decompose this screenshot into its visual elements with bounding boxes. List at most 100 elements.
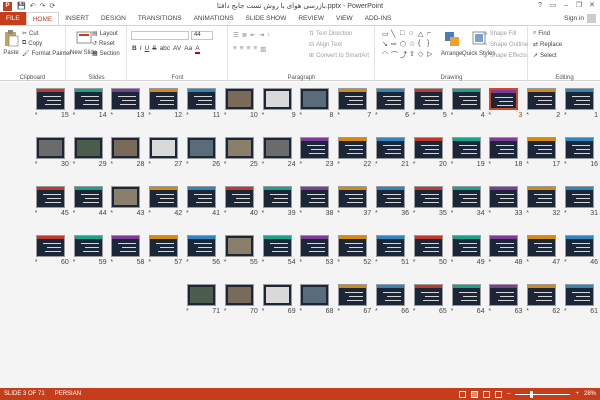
shape-fill-button[interactable]: ◈ Shape Fill bbox=[483, 30, 516, 38]
tab-review[interactable]: REVIEW bbox=[292, 12, 330, 25]
transition-star-icon[interactable]: * bbox=[375, 210, 378, 217]
tab-add-ins[interactable]: ADD-INS bbox=[359, 12, 398, 25]
slide-preview[interactable] bbox=[527, 88, 557, 110]
slide-preview[interactable] bbox=[35, 137, 65, 159]
transition-star-icon[interactable]: * bbox=[526, 259, 529, 266]
slide-thumbnail[interactable]: * 43 bbox=[110, 186, 144, 217]
transition-star-icon[interactable]: * bbox=[224, 161, 227, 168]
transition-star-icon[interactable]: * bbox=[262, 259, 265, 266]
slide-thumbnail[interactable]: * 13 bbox=[110, 88, 144, 119]
slide-preview[interactable] bbox=[376, 88, 405, 110]
underline-button[interactable]: U bbox=[145, 45, 150, 54]
slide-thumbnail[interactable]: * 42 bbox=[148, 186, 182, 217]
transition-star-icon[interactable]: * bbox=[488, 161, 491, 168]
transition-star-icon[interactable]: * bbox=[110, 259, 113, 266]
slide-thumbnail[interactable]: * 1 bbox=[564, 88, 598, 119]
shape-up-arrow-icon[interactable]: ⇧ bbox=[409, 50, 417, 59]
slide-thumbnail[interactable]: * 56 bbox=[186, 235, 220, 266]
transition-star-icon[interactable]: * bbox=[73, 161, 76, 168]
transition-star-icon[interactable]: * bbox=[488, 308, 491, 315]
slide-preview[interactable] bbox=[413, 137, 443, 159]
slide-preview[interactable] bbox=[338, 235, 368, 257]
transition-star-icon[interactable]: * bbox=[451, 210, 454, 217]
slide-thumbnail[interactable]: * 12 bbox=[148, 88, 182, 119]
shape-diamond-icon[interactable]: ◇ bbox=[418, 50, 426, 59]
slideshow-view-icon[interactable] bbox=[495, 390, 503, 398]
slide-thumbnail[interactable]: * 31 bbox=[564, 186, 598, 217]
slide-thumbnail[interactable]: * 18 bbox=[488, 137, 522, 168]
transition-star-icon[interactable]: * bbox=[337, 259, 340, 266]
tab-design[interactable]: DESIGN bbox=[95, 12, 132, 25]
slide-preview[interactable] bbox=[187, 88, 216, 110]
slide-preview[interactable] bbox=[262, 88, 292, 110]
ribbon-display-options-icon[interactable]: ▭ bbox=[547, 0, 559, 12]
increase-indent-icon[interactable]: ⇥ bbox=[259, 31, 264, 39]
font-size-input[interactable]: 44 bbox=[191, 31, 213, 40]
slide-thumbnail[interactable]: * 8 bbox=[299, 88, 333, 119]
slide-preview[interactable] bbox=[489, 88, 519, 110]
justify-icon[interactable]: ≡ bbox=[253, 45, 257, 53]
font-name-input[interactable] bbox=[131, 31, 189, 40]
slide-thumbnail[interactable]: * 41 bbox=[186, 186, 220, 217]
slide-thumbnail[interactable]: * 21 bbox=[375, 137, 409, 168]
transition-star-icon[interactable]: * bbox=[110, 161, 113, 168]
slide-thumbnail[interactable]: * 48 bbox=[488, 235, 522, 266]
slide-thumbnail[interactable]: * 70 bbox=[224, 284, 258, 315]
slide-preview[interactable] bbox=[376, 186, 405, 208]
slide-preview[interactable] bbox=[376, 235, 405, 257]
slide-preview[interactable] bbox=[338, 137, 368, 159]
shape-hexagon-icon[interactable]: ⬡ bbox=[400, 40, 408, 49]
shape-line-icon[interactable]: ╲ bbox=[391, 30, 399, 39]
slide-preview[interactable] bbox=[300, 284, 330, 306]
slide-preview[interactable] bbox=[111, 88, 141, 110]
transition-star-icon[interactable]: * bbox=[35, 210, 38, 217]
slide-thumbnail[interactable]: * 10 bbox=[224, 88, 258, 119]
slide-thumbnail[interactable]: * 15 bbox=[35, 88, 69, 119]
slide-preview[interactable] bbox=[111, 186, 141, 208]
shape-right-brace-icon[interactable]: } bbox=[427, 40, 435, 49]
slide-thumbnail[interactable]: * 63 bbox=[488, 284, 522, 315]
tab-insert[interactable]: INSERT bbox=[59, 12, 95, 25]
transition-star-icon[interactable]: * bbox=[413, 210, 416, 217]
slide-thumbnail[interactable]: * 52 bbox=[337, 235, 371, 266]
slide-thumbnail[interactable]: * 33 bbox=[488, 186, 522, 217]
slide-preview[interactable] bbox=[111, 137, 141, 159]
slide-preview[interactable] bbox=[187, 137, 216, 159]
transition-star-icon[interactable]: * bbox=[564, 112, 567, 119]
slide-preview[interactable] bbox=[565, 235, 594, 257]
slide-preview[interactable] bbox=[413, 284, 443, 306]
align-left-icon[interactable]: ≡ bbox=[233, 45, 237, 53]
slide-preview[interactable] bbox=[187, 186, 216, 208]
transition-star-icon[interactable]: * bbox=[73, 259, 76, 266]
transition-star-icon[interactable]: * bbox=[375, 308, 378, 315]
line-spacing-icon[interactable]: ↕ bbox=[267, 31, 270, 39]
slide-thumbnail[interactable]: * 46 bbox=[564, 235, 598, 266]
slide-preview[interactable] bbox=[262, 137, 292, 159]
slide-thumbnail[interactable]: * 57 bbox=[148, 235, 182, 266]
select-button[interactable]: ➚ Select bbox=[533, 52, 557, 60]
transition-star-icon[interactable]: * bbox=[451, 112, 454, 119]
bullets-icon[interactable]: ☰ bbox=[233, 31, 239, 39]
slide-thumbnail[interactable]: * 2 bbox=[526, 88, 560, 119]
slide-preview[interactable] bbox=[451, 235, 481, 257]
slide-preview[interactable] bbox=[338, 186, 368, 208]
slide-thumbnail[interactable]: * 37 bbox=[337, 186, 371, 217]
slide-preview[interactable] bbox=[262, 284, 292, 306]
tab-home[interactable]: HOME bbox=[25, 12, 60, 25]
language-indicator[interactable]: PERSIAN bbox=[55, 391, 81, 397]
slide-preview[interactable] bbox=[565, 88, 594, 110]
transition-star-icon[interactable]: * bbox=[564, 210, 567, 217]
slide-preview[interactable] bbox=[527, 284, 557, 306]
slide-thumbnail[interactable]: * 38 bbox=[299, 186, 333, 217]
slide-preview[interactable] bbox=[489, 284, 519, 306]
slide-thumbnail[interactable]: * 7 bbox=[337, 88, 371, 119]
transition-star-icon[interactable]: * bbox=[375, 112, 378, 119]
transition-star-icon[interactable]: * bbox=[262, 161, 265, 168]
slide-preview[interactable] bbox=[262, 186, 292, 208]
slide-preview[interactable] bbox=[300, 137, 330, 159]
shape-block-arrow-icon[interactable]: ⇨ bbox=[391, 40, 399, 49]
slide-preview[interactable] bbox=[489, 137, 519, 159]
transition-star-icon[interactable]: * bbox=[186, 259, 189, 266]
align-center-icon[interactable]: ≡ bbox=[240, 45, 244, 53]
transition-star-icon[interactable]: * bbox=[35, 259, 38, 266]
